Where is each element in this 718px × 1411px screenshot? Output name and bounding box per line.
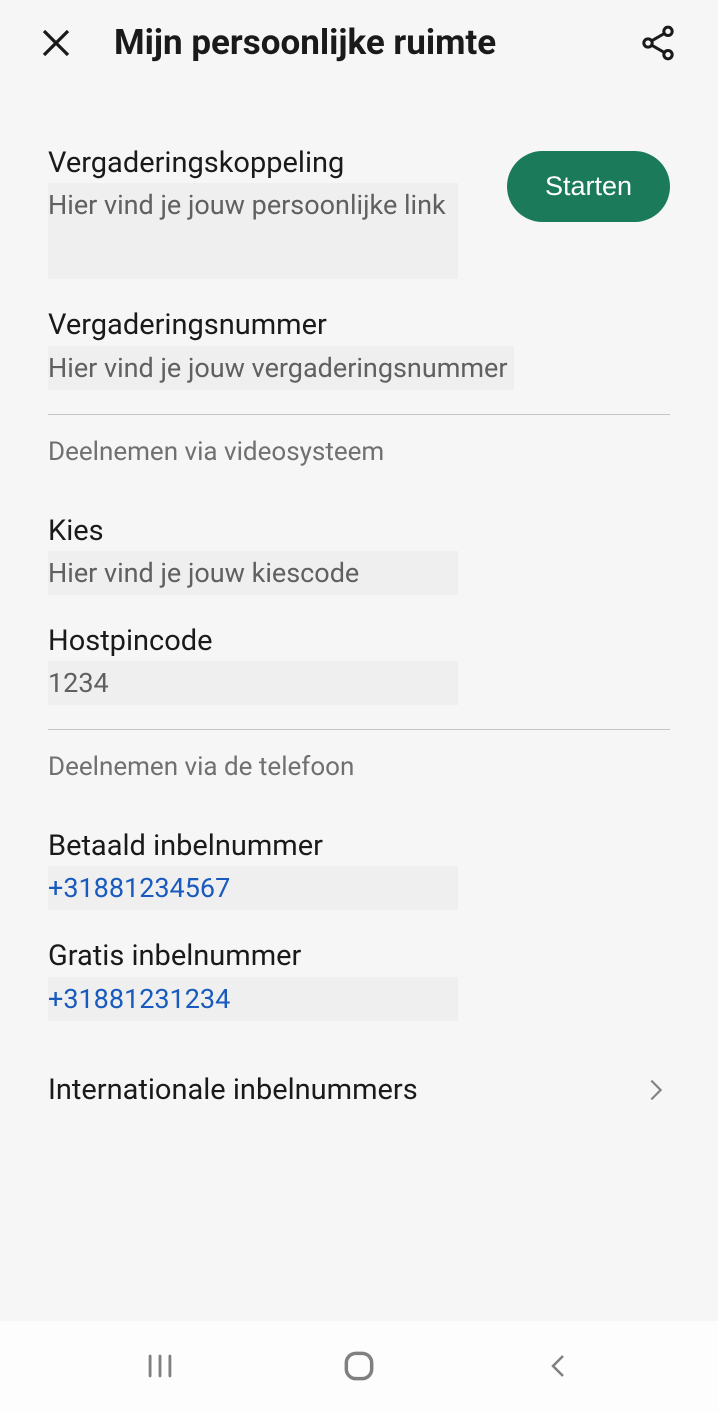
divider	[48, 729, 670, 730]
toll-value[interactable]: +31881234567	[48, 866, 458, 910]
hostpin-value[interactable]: 1234	[48, 661, 458, 705]
hostpin-label: Hostpincode	[48, 623, 670, 659]
meeting-link-label: Vergaderingskoppeling	[48, 145, 495, 181]
free-row: Gratis inbelnummer +31881231234	[48, 938, 670, 1020]
international-numbers-row[interactable]: Internationale inbelnummers	[48, 1021, 670, 1127]
dial-label: Kies	[48, 513, 670, 549]
back-button[interactable]	[533, 1341, 583, 1391]
start-button[interactable]: Starten	[507, 151, 670, 222]
divider	[48, 414, 670, 415]
meeting-link-row: Vergaderingskoppeling Hier vind je jouw …	[48, 145, 670, 279]
free-value[interactable]: +31881231234	[48, 977, 458, 1021]
meeting-link-value[interactable]: Hier vind je jouw persoonlijke link	[48, 183, 458, 279]
close-icon[interactable]	[38, 25, 74, 61]
video-section-header: Deelnemen via videosysteem	[48, 437, 670, 467]
content: Vergaderingskoppeling Hier vind je jouw …	[0, 85, 718, 1127]
dial-row: Kies Hier vind je jouw kiescode	[48, 513, 670, 595]
recents-button[interactable]	[135, 1341, 185, 1391]
phone-section-header: Deelnemen via de telefoon	[48, 752, 670, 782]
meeting-number-label: Vergaderingsnummer	[48, 307, 670, 343]
home-button[interactable]	[334, 1341, 384, 1391]
meeting-number-value[interactable]: Hier vind je jouw vergaderingsnummer	[48, 346, 514, 390]
dial-value[interactable]: Hier vind je jouw kiescode	[48, 551, 458, 595]
share-icon[interactable]	[638, 23, 678, 63]
hostpin-row: Hostpincode 1234	[48, 623, 670, 705]
meeting-number-row: Vergaderingsnummer Hier vind je jouw ver…	[48, 307, 670, 389]
toll-row: Betaald inbelnummer +31881234567	[48, 828, 670, 910]
toll-label: Betaald inbelnummer	[48, 828, 670, 864]
free-label: Gratis inbelnummer	[48, 938, 670, 974]
page-title: Mijn persoonlijke ruimte	[114, 22, 638, 63]
header: Mijn persoonlijke ruimte	[0, 0, 718, 85]
chevron-right-icon	[642, 1076, 670, 1104]
system-nav-bar	[0, 1321, 718, 1411]
international-numbers-label: Internationale inbelnummers	[48, 1073, 418, 1107]
